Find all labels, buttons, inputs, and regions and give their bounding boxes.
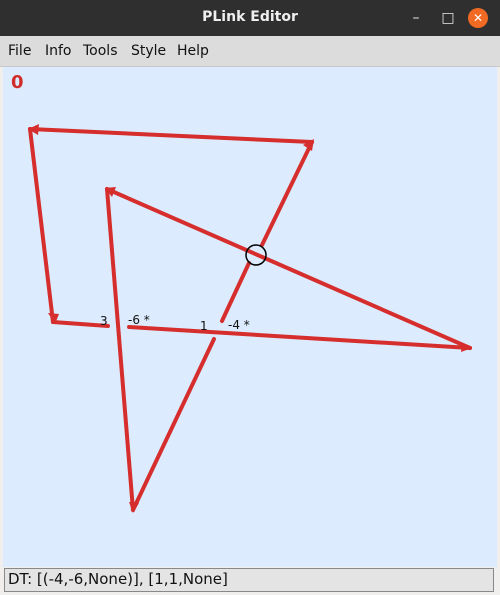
- crossing-label-neg6: -6 *: [128, 313, 150, 327]
- component-counter: 0: [11, 72, 24, 93]
- crossing-label-3: 3: [100, 314, 108, 328]
- status-bar: DT: [(-4,-6,None)], [1,1,None]: [4, 568, 494, 592]
- menu-help[interactable]: Help: [177, 43, 209, 59]
- menu-bar: File Info Tools Style Help: [0, 36, 500, 67]
- strand-edge-diagonal[interactable]: [105, 187, 472, 350]
- strand-edge-left[interactable]: [28, 127, 55, 324]
- link-canvas[interactable]: 3 -6 * 1 -4 * 0: [3, 67, 497, 567]
- status-text: DT: [(-4,-6,None)], [1,1,None]: [8, 570, 228, 588]
- menu-info[interactable]: Info: [45, 43, 72, 59]
- maximize-button[interactable]: □: [438, 8, 458, 28]
- strand-edge-inner-vertical[interactable]: [105, 187, 135, 512]
- link-diagram[interactable]: 3 -6 * 1 -4 *: [3, 67, 497, 567]
- close-button[interactable]: ✕: [468, 8, 488, 28]
- crossing-label-neg4: -4 *: [228, 318, 250, 332]
- strand-edge-up-top[interactable]: [260, 140, 314, 247]
- minimize-button[interactable]: –: [406, 8, 426, 28]
- strand-edge-up-upper[interactable]: [220, 261, 251, 323]
- crossing-label-1: 1: [200, 319, 208, 333]
- menu-style[interactable]: Style: [131, 43, 166, 59]
- menu-tools[interactable]: Tools: [83, 43, 118, 59]
- strand-edge-top[interactable]: [28, 127, 314, 144]
- menu-file[interactable]: File: [8, 43, 31, 59]
- title-bar: PLink Editor – □ ✕: [0, 0, 500, 36]
- strand-edge-up-lower[interactable]: [131, 337, 216, 512]
- strand-edge-middle-right[interactable]: [127, 325, 472, 350]
